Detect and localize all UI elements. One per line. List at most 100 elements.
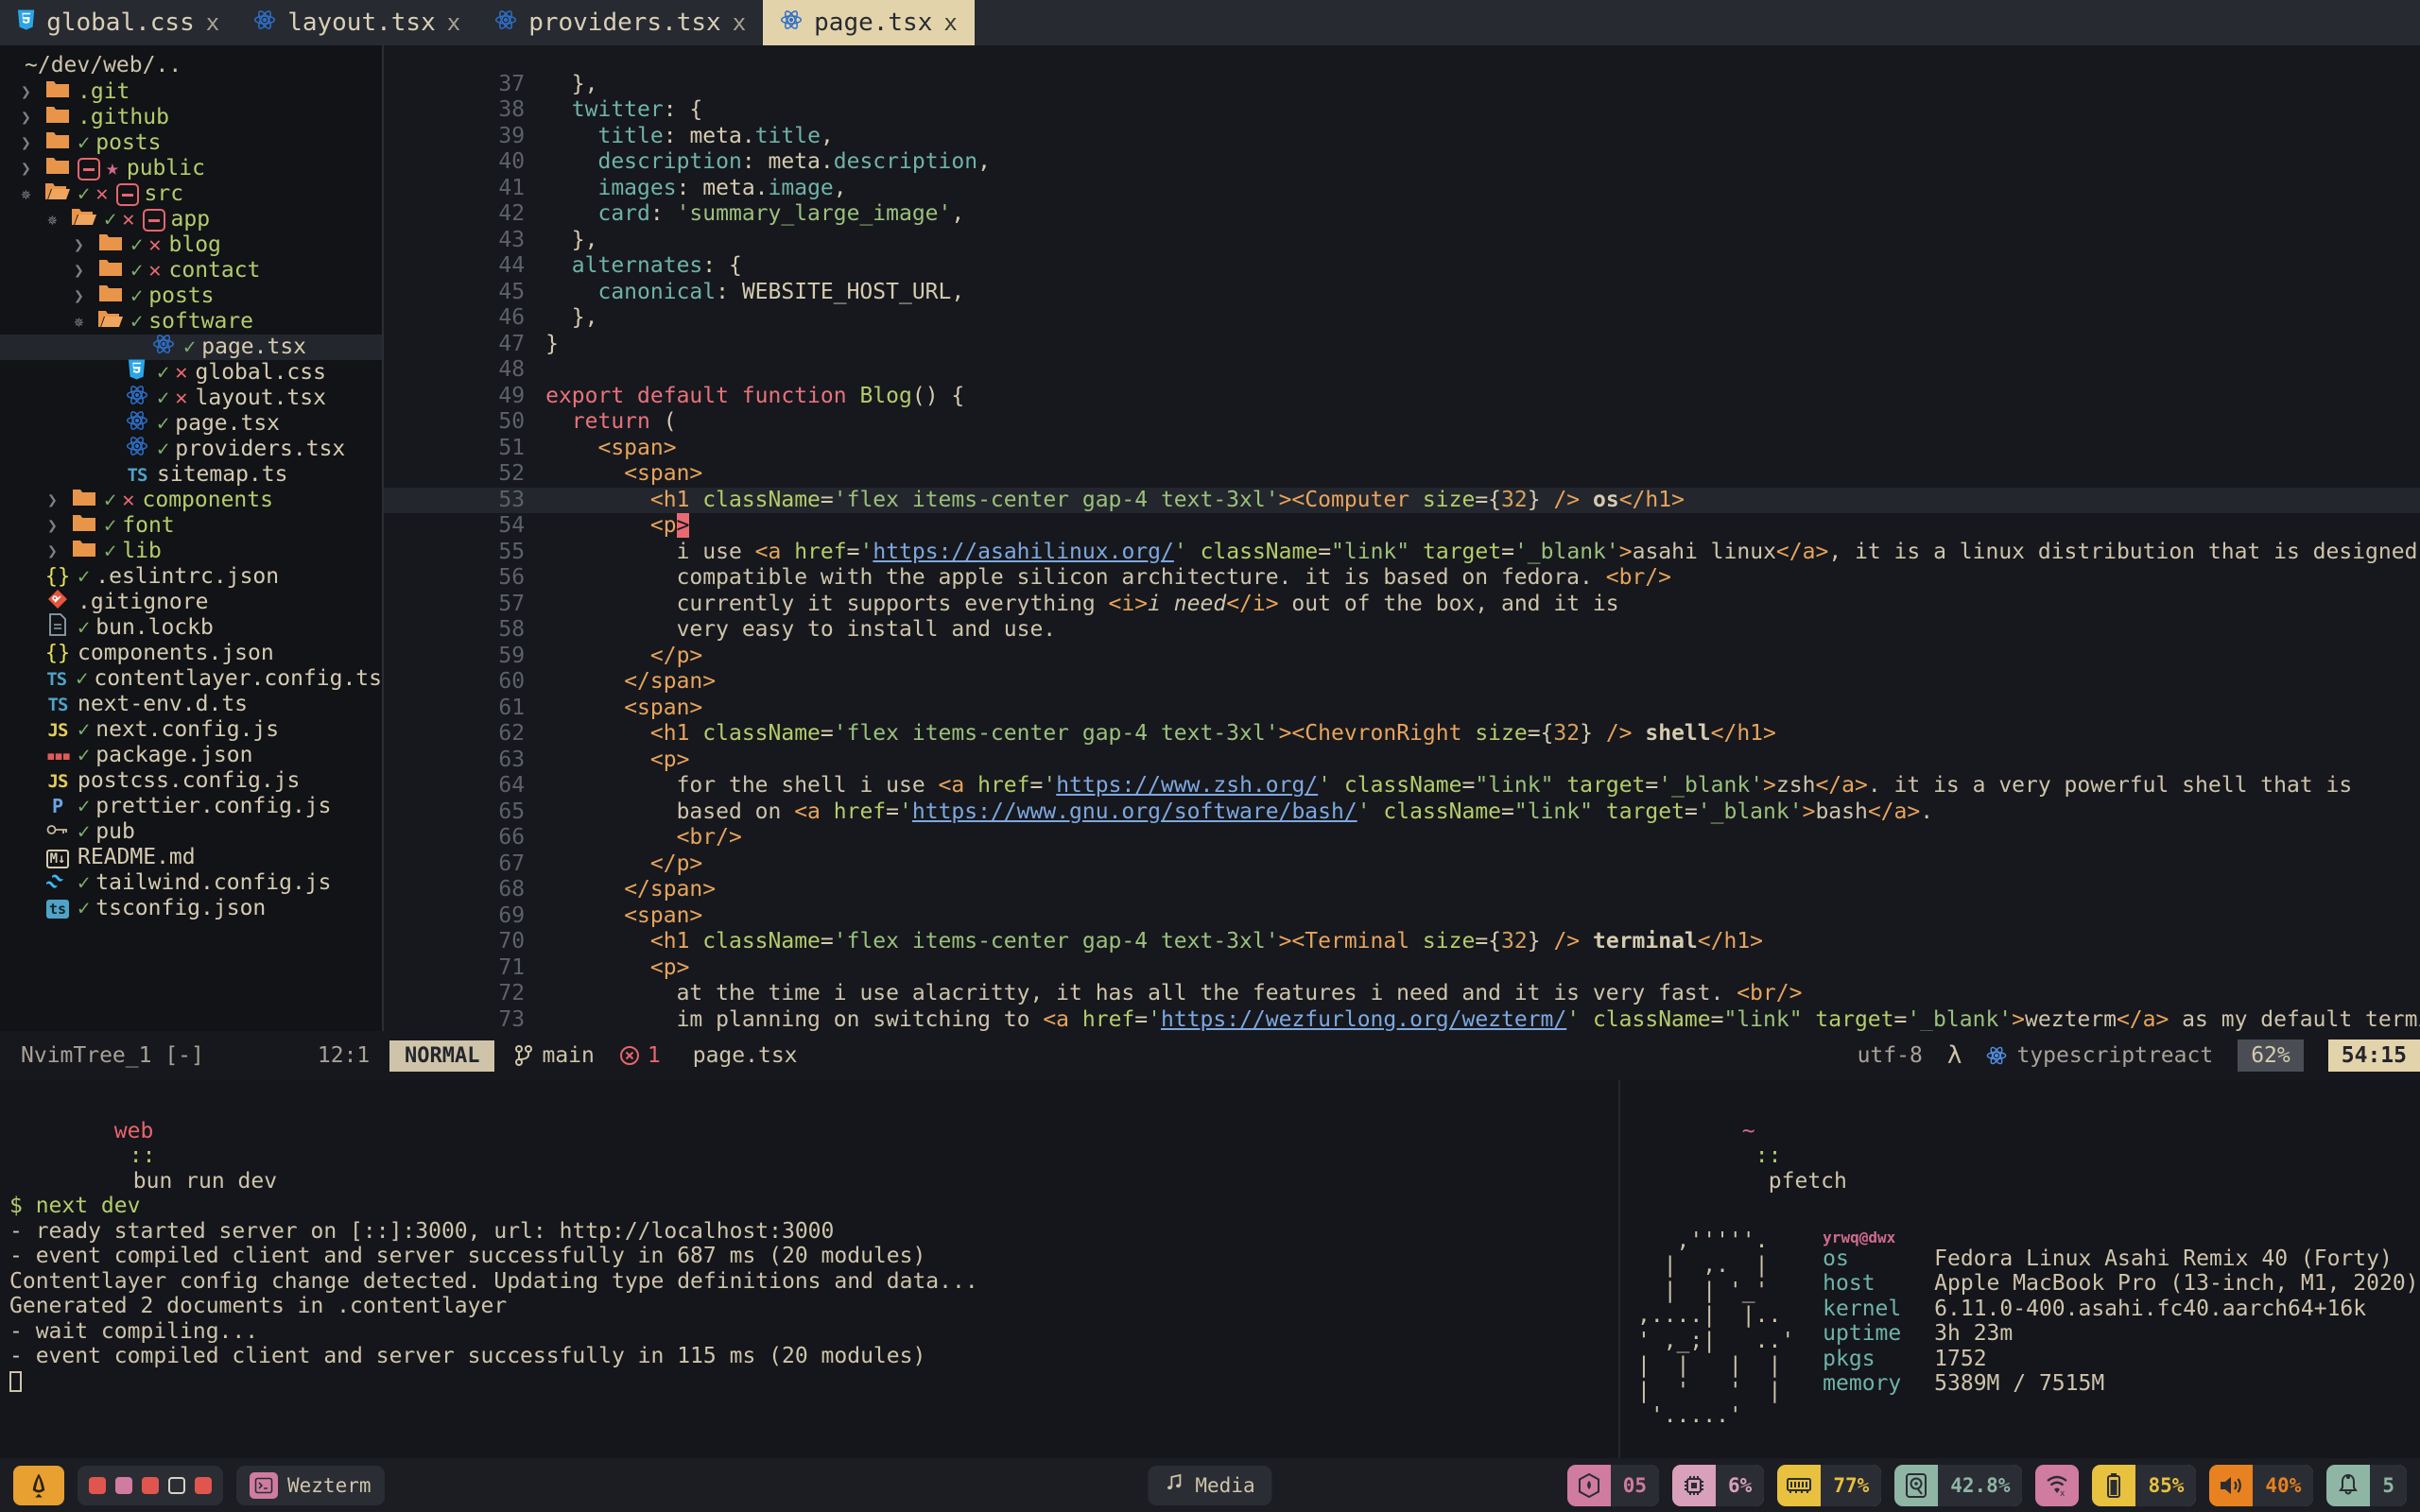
file-tree-item-contentlayer-config-ts[interactable]: TS ✓ contentlayer.config.ts (0, 666, 382, 692)
code-line-37[interactable]: 37 }, (384, 45, 2420, 96)
taskbar-app-wezterm[interactable]: Wezterm (236, 1465, 385, 1505)
code-line-38[interactable]: 38 twitter: { (384, 72, 2420, 122)
memory-widget[interactable]: 77% (1777, 1464, 1882, 1506)
battery-widget[interactable]: 85% (2092, 1464, 2197, 1506)
chevron-down-icon[interactable]: ✵ (21, 181, 43, 207)
file-tree-item-label: README.md (78, 845, 196, 869)
workspace-dot-4[interactable] (168, 1476, 185, 1494)
file-tree-item-page-tsx[interactable]: ✓ page.tsx (0, 411, 382, 437)
editor-tab-page-tsx[interactable]: page.tsx x (763, 0, 975, 45)
file-tree-item-bun-lockb[interactable]: ✓ bun.lockb (0, 613, 382, 641)
key-icon (43, 819, 72, 845)
chevron-down-icon[interactable]: ✵ (47, 207, 70, 232)
folder-icon (46, 106, 69, 123)
file-tree-item-postcss-config-js[interactable]: JS postcss.config.js (0, 768, 382, 794)
file-tree-item-global-css[interactable]: ✓ ✕ global.css (0, 359, 382, 386)
disk-widget[interactable]: 42.8% (1894, 1464, 2023, 1506)
git-modified-icon: ✕ (95, 182, 109, 206)
editor-tab-close-icon[interactable]: x (206, 9, 219, 36)
file-tree-item-layout-tsx[interactable]: ✓ ✕ layout.tsx (0, 386, 382, 411)
editor-tab-close-icon[interactable]: x (943, 9, 957, 36)
pfetch-field-label: kernel (1823, 1296, 1902, 1321)
code-line-52[interactable]: 52 <span> (384, 436, 2420, 486)
file-tree-item--eslintrc-json[interactable]: {} ✓ .eslintrc.json (0, 564, 382, 590)
code-line-48[interactable]: 48 (384, 332, 2420, 382)
code-line-47[interactable]: 47} (384, 305, 2420, 356)
file-tree-item-blog[interactable]: ❯ ✓ ✕ blog (0, 232, 382, 258)
file-tree-item-label: next.config.js (95, 717, 280, 742)
git-modified-icon: ✕ (122, 489, 135, 512)
file-tree-item-label: pub (95, 819, 135, 844)
file-tree-item-components[interactable]: ❯ ✓ ✕ components (0, 488, 382, 513)
package-updates-widget[interactable]: 05 (1566, 1464, 1660, 1506)
code-line-44[interactable]: 44 alternates: { (384, 228, 2420, 278)
chevron-down-icon[interactable]: ✵ (74, 309, 96, 335)
file-tree-item-software[interactable]: ✵ ✓ software (0, 309, 382, 335)
chevron-right-icon[interactable]: ❯ (21, 105, 43, 130)
editor-tab-close-icon[interactable]: x (733, 9, 746, 36)
file-tree-item-tailwind-config-js[interactable]: ✓ tailwind.config.js (0, 870, 382, 896)
workspace-dot-5[interactable] (195, 1476, 212, 1494)
terminal-window[interactable]: web :: bun run dev $ next dev - ready star… (0, 1080, 2420, 1458)
css3-icon (17, 9, 35, 38)
file-tree-item-posts[interactable]: ❯ ✓ posts (0, 284, 382, 309)
editor-tab-layout-tsx[interactable]: layout.tsx x (236, 0, 477, 45)
media-widget[interactable]: Media (1148, 1465, 1272, 1505)
chevron-right-icon[interactable]: ❯ (74, 258, 96, 284)
json-icon: {} (43, 564, 72, 590)
file-tree-item-tsconfig-json[interactable]: ts ✓ tsconfig.json (0, 896, 382, 921)
file-tree-item-package-json[interactable]: ▪▪▪ ✓ package.json (0, 743, 382, 768)
chevron-right-icon[interactable]: ❯ (74, 232, 96, 258)
md-icon: M↓ (43, 844, 72, 872)
editor-tab-close-icon[interactable]: x (447, 9, 460, 36)
chevron-right-icon[interactable]: ❯ (47, 539, 70, 564)
file-tree-item-public[interactable]: ❯ ★ public (0, 156, 382, 181)
workspace-indicator[interactable] (78, 1465, 223, 1505)
chevron-right-icon[interactable]: ❯ (74, 284, 96, 309)
editor-tab-providers-tsx[interactable]: providers.tsx x (477, 0, 763, 45)
wifi-widget[interactable]: x (2035, 1464, 2080, 1506)
file-tree-item-lib[interactable]: ❯ ✓ lib (0, 539, 382, 564)
launcher-button[interactable] (13, 1465, 64, 1505)
file-tree-item-next-config-js[interactable]: JS ✓ next.config.js (0, 717, 382, 743)
folder-icon (73, 489, 95, 506)
line-number: 52 (498, 461, 526, 486)
file-tree-item--github[interactable]: ❯ .github (0, 105, 382, 130)
css3-icon (17, 9, 35, 30)
chevron-right-icon[interactable]: ❯ (47, 488, 70, 513)
git-staged-box-icon (78, 157, 100, 180)
file-tree-item-page-tsx[interactable]: ✓ page.tsx (0, 335, 382, 360)
code-line-51[interactable]: 51 <span> (384, 409, 2420, 460)
file-tree-item-app[interactable]: ✵ ✓ ✕ app (0, 207, 382, 232)
notifications-widget[interactable]: 5 (2326, 1464, 2407, 1506)
file-tree-item-posts[interactable]: ❯ ✓ posts (0, 130, 382, 156)
workspace-dot-1[interactable] (89, 1476, 106, 1494)
workspace-dot-2[interactable] (115, 1476, 132, 1494)
cpu-widget[interactable]: 6% (1672, 1464, 1765, 1506)
folder-open-icon (98, 311, 123, 327)
workspace-dot-3[interactable] (142, 1476, 159, 1494)
code-line-49[interactable]: 49 export default function Blog() { (384, 357, 2420, 408)
tailwind-icon (46, 874, 63, 888)
pfetch-body: ,'''''. | ,. | | | '_' ,....| |.. ' ,_;|… (1637, 1228, 2420, 1429)
file-tree-item-pub[interactable]: ✓ pub (0, 819, 382, 845)
chevron-right-icon[interactable]: ❯ (21, 130, 43, 156)
chevron-right-icon[interactable]: ❯ (21, 79, 43, 105)
file-tree-item--gitignore[interactable]: .gitignore (0, 590, 382, 615)
file-tree-panel[interactable]: ~/dev/web/.. ❯ .git ❯ .github ❯ ✓ posts ❯… (0, 45, 382, 1031)
file-tree-item-prettier-config-js[interactable]: P ✓ prettier.config.js (0, 794, 382, 819)
file-tree-item--git[interactable]: ❯ .git (0, 79, 382, 105)
file-tree-item-src[interactable]: ✵ ✓ ✕ src (0, 181, 382, 207)
file-tree-item-font[interactable]: ❯ ✓ font (0, 513, 382, 539)
file-tree-item-next-env-d-ts[interactable]: TS next-env.d.ts (0, 692, 382, 717)
volume-widget[interactable]: 40% (2209, 1464, 2314, 1506)
file-tree-item-contact[interactable]: ❯ ✓ ✕ contact (0, 258, 382, 284)
file-tree-item-README-md[interactable]: M↓ README.md (0, 845, 382, 870)
file-tree-item-sitemap-ts[interactable]: TS sitemap.ts (0, 462, 382, 488)
editor-tab-global-css[interactable]: global.css x (0, 0, 236, 45)
chevron-right-icon[interactable]: ❯ (21, 156, 43, 181)
file-tree-item-components-json[interactable]: {} components.json (0, 641, 382, 666)
chevron-right-icon[interactable]: ❯ (47, 513, 70, 539)
code-editor[interactable]: 37 }, 38 twitter: { 39 title: meta.title… (382, 45, 2420, 1031)
file-tree-item-providers-tsx[interactable]: ✓ providers.tsx (0, 437, 382, 462)
